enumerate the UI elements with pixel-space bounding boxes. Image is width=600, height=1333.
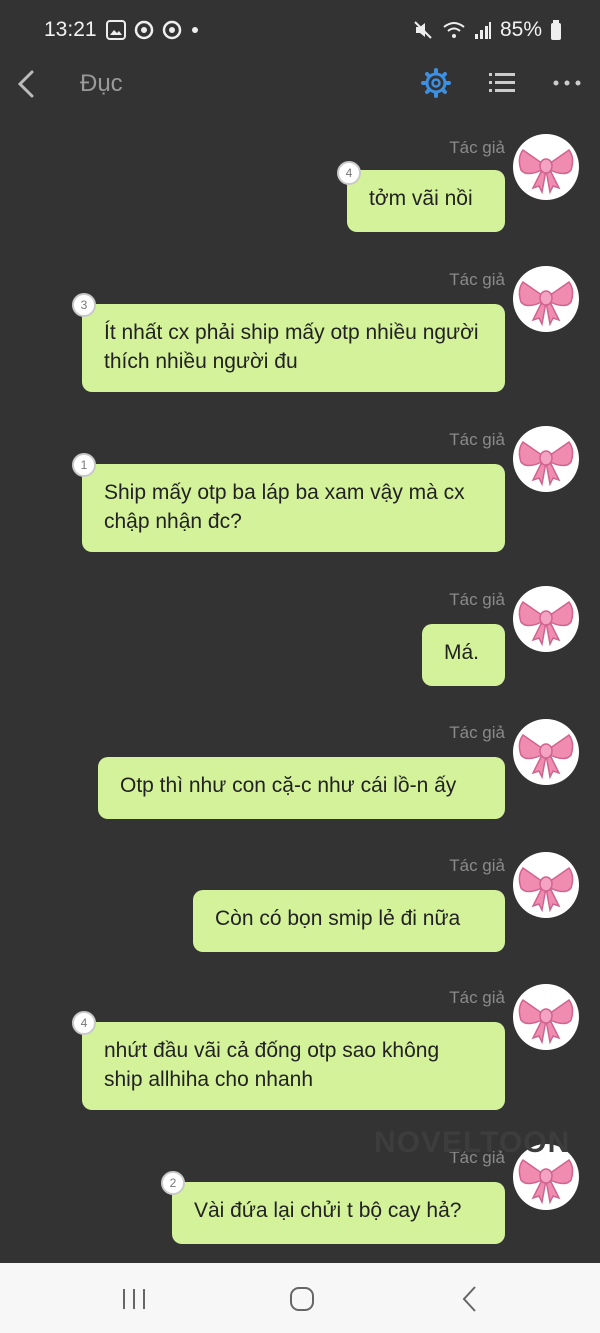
author-label: Tác giả	[449, 988, 505, 1007]
message-bubble[interactable]: Otp thì như con cặ-c như cái lồ-n ấy	[98, 757, 505, 819]
avatar[interactable]	[513, 426, 579, 492]
comment-count-badge[interactable]: 4	[337, 161, 361, 185]
message-bubble[interactable]: Má.	[422, 624, 505, 686]
chrome-icon	[134, 20, 154, 40]
bow-icon	[518, 998, 574, 1045]
battery-percent: 85%	[499, 18, 542, 41]
system-nav-bar	[0, 1263, 600, 1333]
message-bubble[interactable]: nhứt đầu vãi cả đống otp sao không ship …	[82, 1022, 505, 1110]
bow-icon	[518, 600, 574, 647]
chrome-icon	[162, 20, 182, 40]
bow-icon	[518, 280, 574, 327]
message-bubble[interactable]: Ship mấy otp ba láp ba xam vậy mà cx chậ…	[82, 464, 505, 552]
message-bubble[interactable]: Vài đứa lại chửi t bộ cay hả?	[172, 1182, 505, 1244]
comment-count-badge[interactable]: 1	[72, 453, 96, 477]
avatar[interactable]	[513, 852, 579, 918]
status-time: 13:21	[44, 18, 97, 41]
comment-count-badge[interactable]: 2	[161, 1171, 185, 1195]
back-icon[interactable]	[12, 66, 42, 102]
app-bar: Đục	[0, 60, 600, 110]
author-label: Tác giả	[449, 430, 505, 449]
recent-apps-icon[interactable]	[114, 1281, 154, 1317]
gallery-icon	[106, 20, 126, 40]
bow-icon	[518, 440, 574, 487]
author-label: Tác giả	[449, 138, 505, 157]
author-label: Tác giả	[449, 270, 505, 289]
bow-icon	[518, 733, 574, 780]
author-label: Tác giả	[449, 856, 505, 875]
home-icon[interactable]	[282, 1281, 322, 1317]
mute-icon	[414, 21, 432, 39]
page-title: Đục	[80, 70, 123, 97]
author-label: Tác giả	[449, 723, 505, 742]
avatar[interactable]	[513, 134, 579, 200]
gear-icon[interactable]	[421, 66, 451, 100]
bow-icon	[518, 866, 574, 913]
avatar[interactable]	[513, 586, 579, 652]
comment-count-badge[interactable]: 4	[72, 1011, 96, 1035]
status-bar: 13:21 85%	[0, 0, 600, 60]
message-bubble[interactable]: Còn có bọn smip lẻ đi nữa	[193, 890, 505, 952]
signal-icon	[474, 22, 491, 39]
watermark: NOVELTOON	[374, 1126, 571, 1159]
avatar[interactable]	[513, 984, 579, 1050]
avatar[interactable]	[513, 266, 579, 332]
more-icon[interactable]	[552, 68, 582, 98]
wifi-icon	[443, 22, 465, 38]
message-bubble[interactable]: tởm vãi nồi	[347, 170, 505, 232]
back-nav-icon[interactable]	[450, 1281, 490, 1317]
author-label: Tác giả	[449, 590, 505, 609]
dot-icon	[192, 27, 198, 33]
bow-icon	[518, 148, 574, 195]
battery-icon	[551, 20, 561, 40]
comment-count-badge[interactable]: 3	[72, 293, 96, 317]
list-icon[interactable]	[487, 68, 517, 98]
message-bubble[interactable]: Ít nhất cx phải ship mấy otp nhiều người…	[82, 304, 505, 392]
avatar[interactable]	[513, 719, 579, 785]
